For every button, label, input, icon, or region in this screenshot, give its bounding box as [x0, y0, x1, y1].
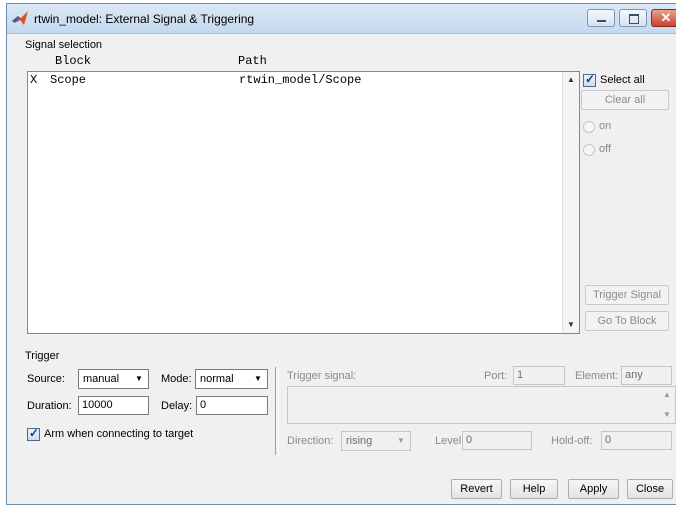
source-label: Source:: [27, 373, 65, 385]
scroll-down-icon[interactable]: ▼: [659, 407, 675, 423]
direction-select[interactable]: rising ▼: [341, 431, 411, 451]
select-all-label: Select all: [600, 74, 645, 86]
trigger-signal-area[interactable]: ▲ ▼: [287, 386, 676, 424]
checkmark-icon: ✓: [29, 426, 40, 440]
row-block-path: rtwin_model/Scope: [239, 73, 362, 87]
mode-value: normal: [200, 373, 234, 385]
help-button[interactable]: Help: [510, 479, 558, 499]
select-all-checkbox[interactable]: ✓ Select all: [583, 72, 673, 88]
checkmark-icon: ✓: [585, 72, 596, 86]
off-label: off: [599, 143, 612, 155]
maximize-button[interactable]: [619, 9, 647, 27]
element-label: Element:: [575, 370, 619, 382]
level-label: Level:: [435, 435, 465, 447]
delay-label: Delay:: [161, 400, 193, 412]
row-selected-mark: X: [30, 73, 38, 87]
holdoff-input[interactable]: 0: [601, 431, 672, 450]
apply-button[interactable]: Apply: [568, 479, 619, 499]
scroll-up-icon[interactable]: ▲: [659, 387, 675, 403]
chevron-down-icon[interactable]: ▼: [131, 371, 147, 387]
column-header-block: Block: [55, 54, 92, 68]
list-scrollbar[interactable]: ▲ ▼: [562, 72, 579, 333]
port-input[interactable]: 1: [513, 366, 565, 385]
close-button[interactable]: Close: [627, 479, 673, 499]
chevron-down-icon[interactable]: ▼: [250, 371, 266, 387]
on-radio[interactable]: [583, 121, 595, 133]
clear-all-button[interactable]: Clear all: [581, 90, 669, 110]
select-all-check[interactable]: ✓: [583, 72, 596, 87]
holdoff-label: Hold-off:: [551, 435, 593, 447]
source-value: manual: [83, 373, 120, 385]
maximize-icon: [629, 14, 639, 24]
matlab-logo-icon: [12, 11, 28, 25]
row-block-name: Scope: [50, 73, 87, 87]
signal-selection-label: Signal selection: [25, 39, 103, 51]
close-icon: ✕: [660, 10, 672, 25]
revert-button[interactable]: Revert: [451, 479, 502, 499]
signal-list[interactable]: X Scope rtwin_model/Scope ▲ ▼: [27, 71, 580, 334]
trigger-signal-label: Trigger signal:: [287, 370, 357, 382]
delay-input[interactable]: 0: [196, 396, 268, 415]
minimize-icon: [597, 20, 606, 22]
mode-label: Mode:: [161, 373, 192, 385]
source-select[interactable]: manual ▼: [78, 369, 149, 389]
arm-checkbox[interactable]: ✓ Arm when connecting to target: [27, 426, 247, 443]
area-scrollbar[interactable]: ▲ ▼: [659, 387, 675, 423]
column-header-path: Path: [238, 54, 267, 68]
duration-label: Duration:: [27, 400, 72, 412]
element-input[interactable]: any: [621, 366, 672, 385]
arm-label: Arm when connecting to target: [44, 428, 194, 440]
off-radio[interactable]: [583, 144, 595, 156]
scroll-down-icon[interactable]: ▼: [563, 317, 579, 333]
window-title: rtwin_model: External Signal & Triggerin…: [34, 12, 255, 26]
mode-select[interactable]: normal ▼: [195, 369, 268, 389]
trigger-label: Trigger: [25, 350, 60, 362]
direction-value: rising: [346, 435, 373, 447]
scroll-up-icon[interactable]: ▲: [563, 72, 579, 88]
trigger-signal-button[interactable]: Trigger Signal: [585, 285, 669, 305]
table-row[interactable]: X Scope rtwin_model/Scope: [28, 72, 564, 87]
duration-input[interactable]: 10000: [78, 396, 149, 415]
level-input[interactable]: 0: [462, 431, 532, 450]
arm-check[interactable]: ✓: [27, 426, 40, 441]
port-label: Port:: [484, 370, 508, 382]
go-to-block-button[interactable]: Go To Block: [585, 311, 669, 331]
trigger-divider: [275, 367, 279, 455]
title-bar[interactable]: rtwin_model: External Signal & Triggerin…: [7, 4, 676, 34]
minimize-button[interactable]: [587, 9, 615, 27]
direction-label: Direction:: [287, 435, 334, 447]
chevron-down-icon[interactable]: ▼: [393, 433, 409, 449]
dialog-window: rtwin_model: External Signal & Triggerin…: [6, 3, 676, 505]
on-label: on: [599, 120, 612, 132]
close-window-button[interactable]: ✕: [651, 9, 676, 27]
